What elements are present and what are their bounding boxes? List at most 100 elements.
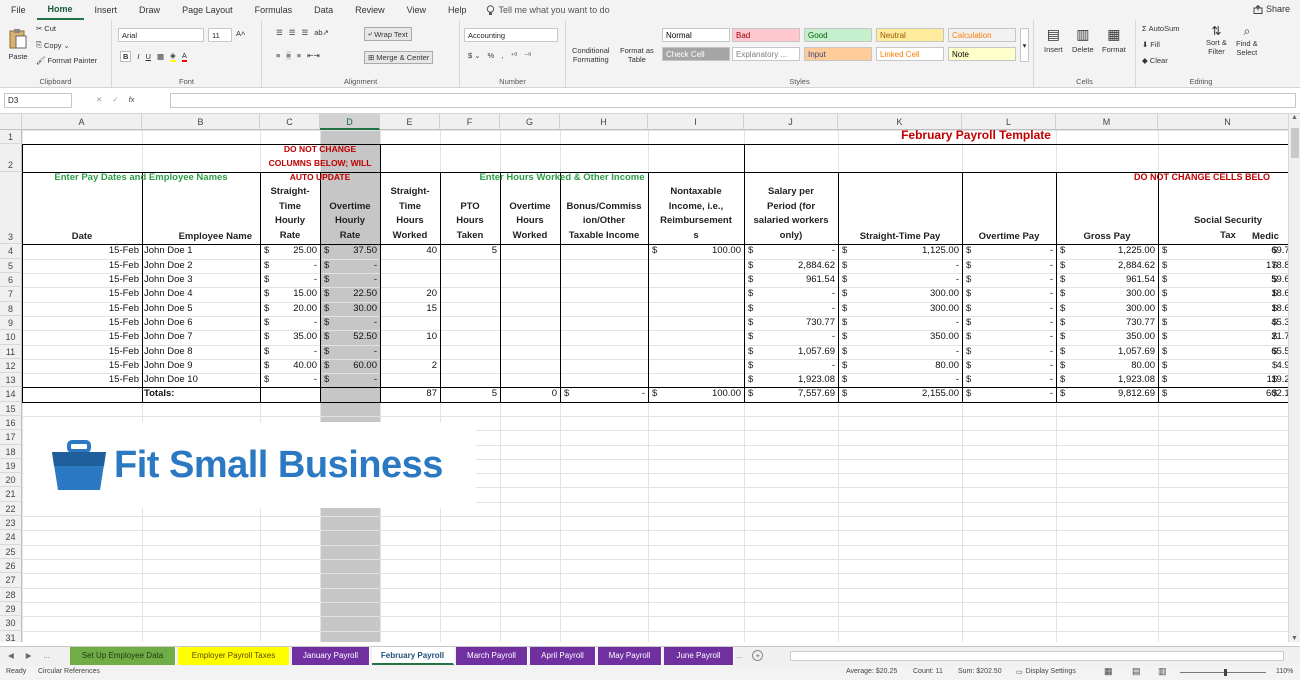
bold-icon[interactable]: B <box>120 51 132 62</box>
styles-more-icon[interactable]: ▾ <box>1020 28 1029 62</box>
cell-ot-rate[interactable]: - <box>320 260 380 271</box>
cell-gross[interactable]: 2,884.62 <box>1056 260 1158 271</box>
cell-st-rate[interactable]: 15.00 <box>260 288 320 299</box>
menu-draw[interactable]: Draw <box>128 0 171 20</box>
row-header-30[interactable]: 30 <box>0 616 22 631</box>
cell-salary[interactable]: 2,884.62 <box>744 260 838 271</box>
menu-help[interactable]: Help <box>437 0 478 20</box>
cell-ot-rate[interactable]: - <box>320 274 380 285</box>
total-pto[interactable]: 5 <box>440 388 500 399</box>
cell-ot-rate[interactable]: 60.00 <box>320 360 380 371</box>
title-cell[interactable]: February Payroll Template <box>744 128 1208 142</box>
wrap-text-button[interactable]: ⤶ Wrap Text <box>364 27 412 41</box>
section-do-not-change[interactable]: DO NOT CHANGE CELLS BELO <box>1134 172 1288 182</box>
decrease-decimal-icon[interactable]: ⁻⁰ <box>524 51 531 60</box>
row-header-2[interactable]: 2 <box>0 144 22 172</box>
cell-total-salary[interactable]: 7,557.69 <box>744 388 838 399</box>
cell-total-gross[interactable]: 9,812.69 <box>1056 388 1158 399</box>
cell-st-hours[interactable]: 40 <box>380 245 440 256</box>
row-header-18[interactable]: 18 <box>0 445 22 459</box>
row-header-17[interactable]: 17 <box>0 430 22 445</box>
cut-button[interactable]: ✂ Cut <box>36 24 56 33</box>
cell-employee-name[interactable]: John Doe 10 <box>144 374 260 385</box>
style-check-cell[interactable]: Check Cell <box>662 47 730 61</box>
style-neutral[interactable]: Neutral <box>876 28 944 42</box>
column-header-h[interactable]: H <box>560 114 648 130</box>
borders-icon[interactable]: ▦ <box>157 52 164 61</box>
cell-total-nontax[interactable]: 100.00 <box>648 388 744 399</box>
grow-font-button[interactable]: A˄ <box>236 29 245 38</box>
header-st-pay[interactable]: Straight-Time Pay <box>838 230 962 245</box>
cell-ot-rate[interactable]: 52.50 <box>320 331 380 342</box>
cell-ot-rate[interactable]: 22.50 <box>320 288 380 299</box>
zoom-level[interactable]: 110% <box>1276 668 1293 675</box>
enter-icon[interactable]: ✓ <box>112 95 118 104</box>
menu-formulas[interactable]: Formulas <box>244 0 304 20</box>
cell-ss[interactable]: 18.60 <box>1158 303 1288 314</box>
increase-decimal-icon[interactable]: ⁺⁰ <box>510 51 517 60</box>
cell-salary[interactable]: 1,057.69 <box>744 346 838 357</box>
row-header-4[interactable]: 4 <box>0 244 22 259</box>
header-st-rate[interactable]: Straight- Time Hourly Rate <box>260 185 320 243</box>
row-header-13[interactable]: 13 <box>0 373 22 387</box>
cell-date[interactable]: 15-Feb <box>22 374 142 385</box>
horizontal-scrollbar[interactable] <box>790 651 1284 661</box>
cell-ot-rate[interactable]: - <box>320 374 380 385</box>
cell-ss[interactable]: 45.31 <box>1158 317 1288 328</box>
cell-st-rate[interactable]: 25.00 <box>260 245 320 256</box>
font-color-icon[interactable]: A <box>181 51 187 62</box>
cancel-icon[interactable]: ✕ <box>96 95 102 104</box>
header-medic[interactable]: Medic <box>1252 230 1288 245</box>
merge-center-button[interactable]: ⊞ Merge & Center <box>364 51 434 64</box>
scroll-thumb[interactable] <box>1291 128 1299 158</box>
clear-button[interactable]: ◆ Clear <box>1142 56 1168 65</box>
row-header-9[interactable]: 9 <box>0 316 22 330</box>
cell-st-rate[interactable]: - <box>260 317 320 328</box>
share-button[interactable]: Share <box>1253 4 1290 14</box>
cell-ss[interactable]: 65.58 <box>1158 346 1288 357</box>
cell-st-pay[interactable]: - <box>838 374 962 385</box>
cell-employee-name[interactable]: John Doe 2 <box>144 260 260 271</box>
menu-page-layout[interactable]: Page Layout <box>171 0 244 20</box>
cell-salary[interactable]: 730.77 <box>744 317 838 328</box>
view-page-break-icon[interactable]: ▥ <box>1158 666 1167 677</box>
scroll-down-icon[interactable]: ▼ <box>1289 635 1300 642</box>
sheet-tab-march-payroll[interactable]: March Payroll <box>456 647 528 665</box>
header-date[interactable]: Date <box>22 230 142 245</box>
cell-gross[interactable]: 730.77 <box>1056 317 1158 328</box>
font-name-box[interactable]: Arial <box>118 28 204 42</box>
status-circular[interactable]: Circular References <box>38 668 100 675</box>
header-bonus[interactable]: Bonus/Commiss ion/Other Taxable Income <box>560 200 648 244</box>
cell-st-rate[interactable]: 35.00 <box>260 331 320 342</box>
section-pay-dates[interactable]: Enter Pay Dates and Employee Names <box>22 172 260 183</box>
cell-salary[interactable]: 961.54 <box>744 274 838 285</box>
menu-insert[interactable]: Insert <box>84 0 129 20</box>
delete-cells-button[interactable]: ▥ Delete <box>1072 26 1094 54</box>
row-header-14[interactable]: 14 <box>0 387 22 402</box>
view-normal-icon[interactable]: ▦ <box>1104 666 1113 677</box>
cell-gross[interactable]: 961.54 <box>1056 274 1158 285</box>
cell-salary[interactable]: 1,923.08 <box>744 374 838 385</box>
comma-icon[interactable]: , <box>501 51 503 60</box>
cell-ot-pay[interactable]: - <box>962 303 1056 314</box>
cell-ss[interactable]: 178.85 <box>1158 260 1288 271</box>
cell-date[interactable]: 15-Feb <box>22 317 142 328</box>
section-hours-worked[interactable]: Enter Hours Worked & Other Income <box>380 172 744 183</box>
cell-salary[interactable]: - <box>744 245 838 256</box>
formula-input[interactable] <box>170 93 1296 108</box>
sheet-tab-january-payroll[interactable]: January Payroll <box>292 647 370 665</box>
row-header-7[interactable]: 7 <box>0 287 22 302</box>
cell-ot-rate[interactable]: - <box>320 317 380 328</box>
cell-gross[interactable]: 300.00 <box>1056 303 1158 314</box>
fill-button[interactable]: ⬇ Fill <box>1142 40 1160 49</box>
total-st-hours[interactable]: 87 <box>380 388 440 399</box>
row-header-25[interactable]: 25 <box>0 545 22 559</box>
cell-employee-name[interactable]: John Doe 8 <box>144 346 260 357</box>
row-header-20[interactable]: 20 <box>0 473 22 487</box>
row-header-21[interactable]: 21 <box>0 487 22 502</box>
display-settings-button[interactable]: ▭ Display Settings <box>1016 668 1076 676</box>
cell-ot-pay[interactable]: - <box>962 360 1056 371</box>
cell-st-pay[interactable]: 1,125.00 <box>838 245 962 256</box>
cell-ot-pay[interactable]: - <box>962 346 1056 357</box>
zoom-slider[interactable] <box>1180 669 1266 676</box>
